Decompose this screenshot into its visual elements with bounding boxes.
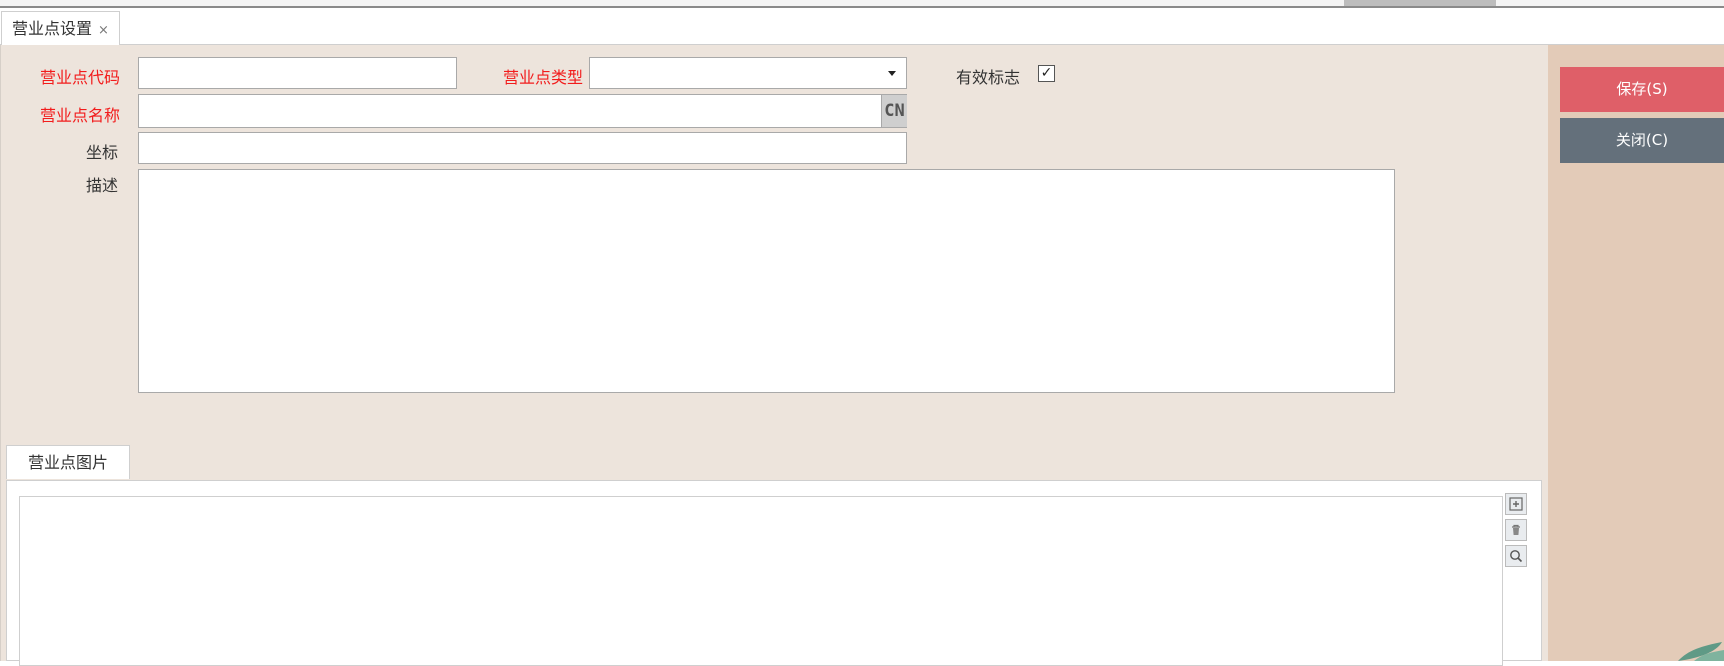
tab-business-point-images[interactable]: 营业点图片 <box>6 445 130 479</box>
type-select[interactable] <box>589 57 907 89</box>
scroll-indicator <box>1344 0 1496 6</box>
code-label: 营业点代码 <box>40 68 121 87</box>
type-label: 营业点类型 <box>503 68 584 87</box>
valid-flag-label: 有效标志 <box>956 68 1021 87</box>
search-icon[interactable] <box>1505 545 1527 567</box>
dropdown-caret-icon <box>888 71 896 76</box>
coord-label: 坐标 <box>86 143 119 162</box>
tab-close-icon[interactable]: × <box>98 23 109 38</box>
cn-language-button[interactable]: CN <box>881 95 907 127</box>
name-label: 营业点名称 <box>40 106 121 125</box>
description-label: 描述 <box>86 176 119 195</box>
coord-input[interactable] <box>138 132 907 164</box>
name-input[interactable] <box>139 95 880 127</box>
tab-title: 营业点设置 <box>12 19 93 38</box>
description-textarea[interactable] <box>138 169 1395 393</box>
tab-bar: 营业点设置 × <box>0 8 1724 46</box>
name-field-wrapper: CN <box>138 94 907 128</box>
plant-decoration-icon <box>1678 642 1724 661</box>
code-input[interactable] <box>138 57 457 89</box>
images-panel <box>6 480 1542 666</box>
image-list-area[interactable] <box>19 496 1503 666</box>
trash-icon[interactable] <box>1505 519 1527 541</box>
window-top-edge <box>0 0 1724 8</box>
save-button[interactable]: 保存(S) <box>1560 67 1724 112</box>
close-button[interactable]: 关闭(C) <box>1560 118 1724 163</box>
tab-business-point-settings[interactable]: 营业点设置 × <box>1 11 120 46</box>
plus-icon[interactable] <box>1505 493 1527 515</box>
valid-flag-checkbox[interactable]: ✓ <box>1038 65 1055 82</box>
